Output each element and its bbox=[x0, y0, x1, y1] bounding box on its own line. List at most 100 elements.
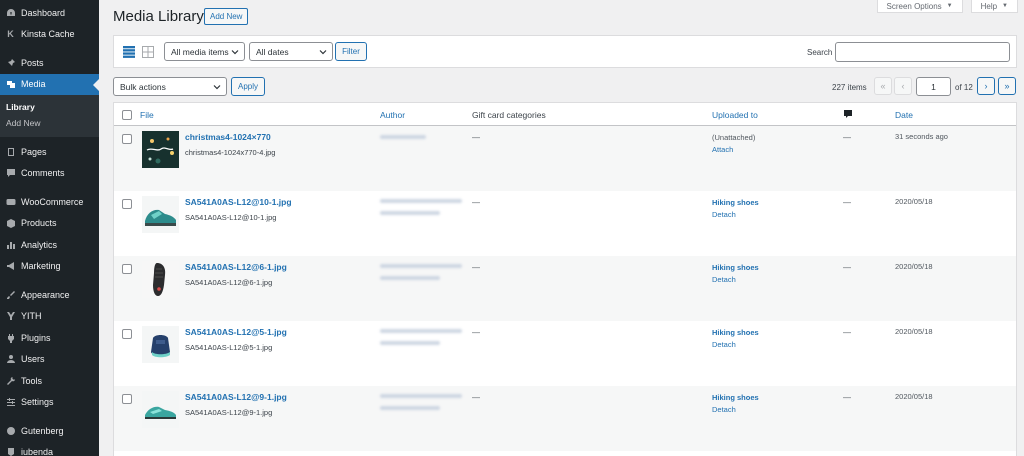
bulk-actions-select[interactable]: Bulk actions bbox=[113, 77, 227, 96]
uploaded-to-link[interactable]: Hiking shoes bbox=[712, 328, 759, 337]
admin-sidebar: Dashboard K Kinsta Cache Posts Media Lib… bbox=[0, 0, 99, 456]
file-title-link[interactable]: SA541A0AS-L12@10-1.jpg bbox=[185, 197, 292, 207]
detach-link[interactable]: Detach bbox=[712, 405, 736, 414]
uploaded-to-link[interactable]: Hiking shoes bbox=[712, 198, 759, 207]
chevron-down-icon bbox=[231, 50, 239, 55]
add-new-button[interactable]: Add New bbox=[204, 8, 249, 25]
sidebar-item-iubenda[interactable]: iubenda bbox=[0, 442, 99, 456]
sidebar-item-label: Dashboard bbox=[21, 7, 66, 18]
media-table: File Author Gift card categories Uploade… bbox=[113, 102, 1017, 456]
items-count: 227 items bbox=[832, 83, 867, 92]
row-checkbox[interactable] bbox=[122, 199, 132, 209]
table-row: SA541A0AS-L12@10-1.jpg SA541A0AS-L12@10-… bbox=[114, 191, 1016, 256]
media-type-value: All media items bbox=[171, 46, 229, 57]
sidebar-item-media[interactable]: Media bbox=[0, 73, 99, 95]
sidebar-item-label: Gutenberg bbox=[21, 425, 64, 436]
detach-link[interactable]: Detach bbox=[712, 340, 736, 349]
sidebar-item-gutenberg[interactable]: Gutenberg bbox=[0, 420, 99, 442]
gift-categories-value: — bbox=[472, 328, 480, 337]
column-uploaded-to[interactable]: Uploaded to bbox=[712, 110, 758, 120]
submenu-add-new[interactable]: Add New bbox=[0, 115, 99, 131]
prev-page-button[interactable]: ‹ bbox=[894, 77, 912, 95]
sidebar-item-plugins[interactable]: Plugins bbox=[0, 327, 99, 349]
next-page-button[interactable]: › bbox=[977, 77, 995, 95]
author-redacted bbox=[380, 276, 440, 280]
file-title-link[interactable]: SA541A0AS-L12@9-1.jpg bbox=[185, 392, 287, 402]
search-input[interactable] bbox=[835, 42, 1010, 62]
screen-options-button[interactable]: Screen Options ▼ bbox=[876, 0, 963, 13]
wrench-icon bbox=[5, 375, 16, 386]
caret-down-icon: ▼ bbox=[1002, 3, 1008, 9]
comment-bubble-icon[interactable] bbox=[843, 109, 853, 121]
sidebar-item-appearance[interactable]: Appearance bbox=[0, 284, 99, 306]
comments-icon bbox=[5, 168, 16, 179]
iubenda-icon bbox=[5, 447, 16, 456]
detach-link[interactable]: Detach bbox=[712, 275, 736, 284]
column-date[interactable]: Date bbox=[895, 110, 913, 120]
first-page-button[interactable]: « bbox=[874, 77, 892, 95]
sidebar-item-users[interactable]: Users bbox=[0, 349, 99, 371]
sidebar-item-analytics[interactable]: Analytics bbox=[0, 234, 99, 256]
products-icon bbox=[5, 218, 16, 229]
gift-categories-value: — bbox=[472, 263, 480, 272]
shoe-back-thumbnail[interactable] bbox=[142, 326, 179, 363]
woocommerce-icon bbox=[5, 196, 16, 207]
sidebar-item-products[interactable]: Products bbox=[0, 213, 99, 235]
select-all-checkbox[interactable] bbox=[122, 110, 132, 120]
current-page-input[interactable]: 1 bbox=[916, 77, 951, 96]
row-checkbox[interactable] bbox=[122, 264, 132, 274]
sidebar-item-comments[interactable]: Comments bbox=[0, 163, 99, 185]
row-checkbox[interactable] bbox=[122, 329, 132, 339]
list-view-icon[interactable] bbox=[123, 46, 135, 58]
detach-link[interactable]: Detach bbox=[712, 210, 736, 219]
apply-button[interactable]: Apply bbox=[231, 77, 265, 96]
upload-date: 31 seconds ago bbox=[895, 132, 948, 141]
author-redacted bbox=[380, 264, 462, 268]
help-button[interactable]: Help ▼ bbox=[970, 0, 1018, 13]
uploaded-to-value: (Unattached) bbox=[712, 133, 756, 142]
analytics-icon bbox=[5, 239, 16, 250]
sidebar-item-settings[interactable]: Settings bbox=[0, 392, 99, 414]
table-row: SA541A0AS-L12@5-1.jpg SA541A0AS-L12@5-1.… bbox=[114, 321, 1016, 386]
sidebar-item-marketing[interactable]: Marketing bbox=[0, 256, 99, 278]
media-type-select[interactable]: All media items bbox=[164, 42, 245, 61]
last-page-button[interactable]: » bbox=[998, 77, 1016, 95]
sidebar-item-woocommerce[interactable]: WooCommerce bbox=[0, 191, 99, 213]
row-checkbox[interactable] bbox=[122, 394, 132, 404]
uploaded-to-link[interactable]: Hiking shoes bbox=[712, 263, 759, 272]
grid-view-icon[interactable] bbox=[142, 46, 154, 58]
sidebar-item-tools[interactable]: Tools bbox=[0, 370, 99, 392]
attach-link[interactable]: Attach bbox=[712, 145, 733, 154]
column-author[interactable]: Author bbox=[380, 110, 405, 120]
sidebar-item-dashboard[interactable]: Dashboard bbox=[0, 2, 99, 24]
submenu-library[interactable]: Library bbox=[0, 99, 99, 115]
chevron-down-icon bbox=[213, 85, 221, 90]
sidebar-item-pages[interactable]: Pages bbox=[0, 141, 99, 163]
row-checkbox[interactable] bbox=[122, 134, 132, 144]
author-redacted bbox=[380, 199, 462, 203]
shoe-side-thumbnail[interactable] bbox=[142, 391, 179, 428]
file-title-link[interactable]: christmas4-1024×770 bbox=[185, 132, 271, 142]
shoe-thumbnail[interactable] bbox=[142, 196, 179, 233]
sidebar-item-kinsta-cache[interactable]: K Kinsta Cache bbox=[0, 24, 99, 46]
sidebar-item-label: Posts bbox=[21, 57, 44, 68]
chevron-down-icon bbox=[319, 50, 327, 55]
page-title: Media Library bbox=[113, 8, 204, 25]
date-filter-select[interactable]: All dates bbox=[249, 42, 333, 61]
christmas-thumbnail[interactable] bbox=[142, 131, 179, 168]
sidebar-item-label: Settings bbox=[21, 397, 54, 408]
filter-button[interactable]: Filter bbox=[335, 42, 367, 61]
sidebar-item-posts[interactable]: Posts bbox=[0, 52, 99, 74]
shoe-sole-thumbnail[interactable] bbox=[142, 261, 179, 298]
sidebar-item-label: Comments bbox=[21, 168, 65, 179]
file-title-link[interactable]: SA541A0AS-L12@6-1.jpg bbox=[185, 262, 287, 272]
gift-categories-value: — bbox=[472, 198, 480, 207]
uploaded-to-link[interactable]: Hiking shoes bbox=[712, 393, 759, 402]
file-name: SA541A0AS-L12@6-1.jpg bbox=[185, 278, 273, 287]
column-file[interactable]: File bbox=[140, 110, 154, 120]
author-redacted bbox=[380, 329, 462, 333]
sidebar-item-label: Pages bbox=[21, 146, 47, 157]
file-name: SA541A0AS-L12@9-1.jpg bbox=[185, 408, 273, 417]
sidebar-item-yith[interactable]: YITH bbox=[0, 306, 99, 328]
file-title-link[interactable]: SA541A0AS-L12@5-1.jpg bbox=[185, 327, 287, 337]
